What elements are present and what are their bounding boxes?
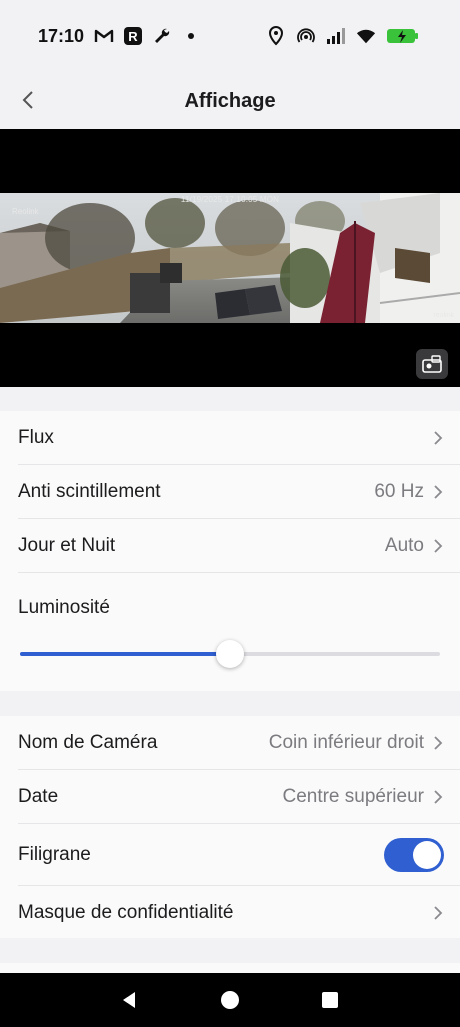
row-camera-name[interactable]: Nom de Caméra Coin inférieur droit bbox=[18, 716, 460, 770]
brightness-slider[interactable] bbox=[20, 640, 440, 670]
page-title: Affichage bbox=[184, 89, 276, 112]
watermark-toggle[interactable] bbox=[384, 837, 444, 872]
row-label: Nom de Caméra bbox=[18, 731, 158, 753]
slider-fill bbox=[20, 652, 230, 656]
system-nav-bar bbox=[0, 973, 460, 1027]
chevron-right-icon bbox=[432, 788, 444, 806]
status-right-icons bbox=[266, 26, 422, 46]
gmail-icon bbox=[94, 26, 114, 46]
status-left-icons: R bbox=[94, 26, 201, 46]
row-watermark: Filigrane bbox=[18, 824, 460, 886]
location-icon bbox=[266, 26, 286, 46]
recents-square-icon bbox=[322, 992, 338, 1008]
status-bar: 17:10 R bbox=[0, 0, 460, 72]
row-label: Date bbox=[18, 785, 59, 807]
camera-image: 11/19/2025 17:10:05 MON Reolink reolink bbox=[0, 193, 460, 323]
osd-timestamp: 11/19/2025 17:10:05 MON bbox=[180, 195, 280, 204]
battery-charging-icon bbox=[386, 26, 422, 46]
chevron-right-icon bbox=[432, 429, 444, 447]
snapshot-icon bbox=[422, 355, 442, 373]
row-privacy-mask[interactable]: Masque de confidentialité bbox=[18, 886, 460, 940]
settings-group-partial bbox=[0, 963, 460, 973]
settings-group-osd: Nom de Caméra Coin inférieur droit Date … bbox=[0, 716, 460, 938]
row-label: Jour et Nuit bbox=[18, 534, 116, 556]
row-label: Anti scintillement bbox=[18, 480, 161, 502]
nav-back-button[interactable] bbox=[110, 980, 150, 1020]
settings-group-display: Flux Anti scintillement 60 Hz Jour et Nu… bbox=[0, 411, 460, 691]
row-flux[interactable]: Flux bbox=[18, 411, 460, 465]
chevron-right-icon bbox=[432, 483, 444, 501]
header: Affichage bbox=[0, 72, 460, 130]
row-value: Auto bbox=[384, 534, 424, 556]
camera-preview[interactable]: 11/19/2025 17:10:05 MON Reolink reolink bbox=[0, 129, 460, 387]
status-time: 17:10 bbox=[38, 25, 85, 46]
brightness-row: Luminosité bbox=[18, 573, 460, 637]
nav-recents-button[interactable] bbox=[310, 980, 350, 1020]
brightness-label: Luminosité bbox=[18, 597, 110, 618]
dot-icon bbox=[181, 26, 201, 46]
chevron-right-icon bbox=[432, 537, 444, 555]
chevron-right-icon bbox=[432, 904, 444, 922]
slider-thumb[interactable] bbox=[216, 640, 244, 668]
snapshot-button[interactable] bbox=[416, 349, 448, 379]
row-label: Filigrane bbox=[18, 843, 91, 865]
back-button[interactable] bbox=[14, 86, 42, 114]
svg-text:R: R bbox=[128, 29, 138, 44]
row-anti-flicker[interactable]: Anti scintillement 60 Hz bbox=[18, 465, 460, 519]
home-circle-icon bbox=[221, 991, 239, 1009]
row-value: Centre supérieur bbox=[282, 785, 424, 807]
row-date[interactable]: Date Centre supérieur bbox=[18, 770, 460, 824]
app-r-icon: R bbox=[123, 26, 143, 46]
row-day-night[interactable]: Jour et Nuit Auto bbox=[18, 519, 460, 573]
row-value: Coin inférieur droit bbox=[268, 731, 424, 753]
chevron-left-icon bbox=[22, 91, 33, 109]
wrench-icon bbox=[152, 26, 172, 46]
toggle-knob bbox=[413, 840, 441, 869]
signal-icon bbox=[326, 26, 346, 46]
osd-watermark: reolink bbox=[433, 312, 454, 319]
chevron-right-icon bbox=[432, 734, 444, 752]
row-label: Flux bbox=[18, 426, 54, 448]
hotspot-icon bbox=[296, 26, 316, 46]
wifi-icon bbox=[356, 26, 376, 46]
nav-home-button[interactable] bbox=[210, 980, 250, 1020]
osd-camera-name: Reolink bbox=[12, 207, 39, 216]
row-value: 60 Hz bbox=[374, 480, 424, 502]
back-triangle-icon bbox=[123, 992, 135, 1008]
row-label: Masque de confidentialité bbox=[18, 902, 234, 923]
